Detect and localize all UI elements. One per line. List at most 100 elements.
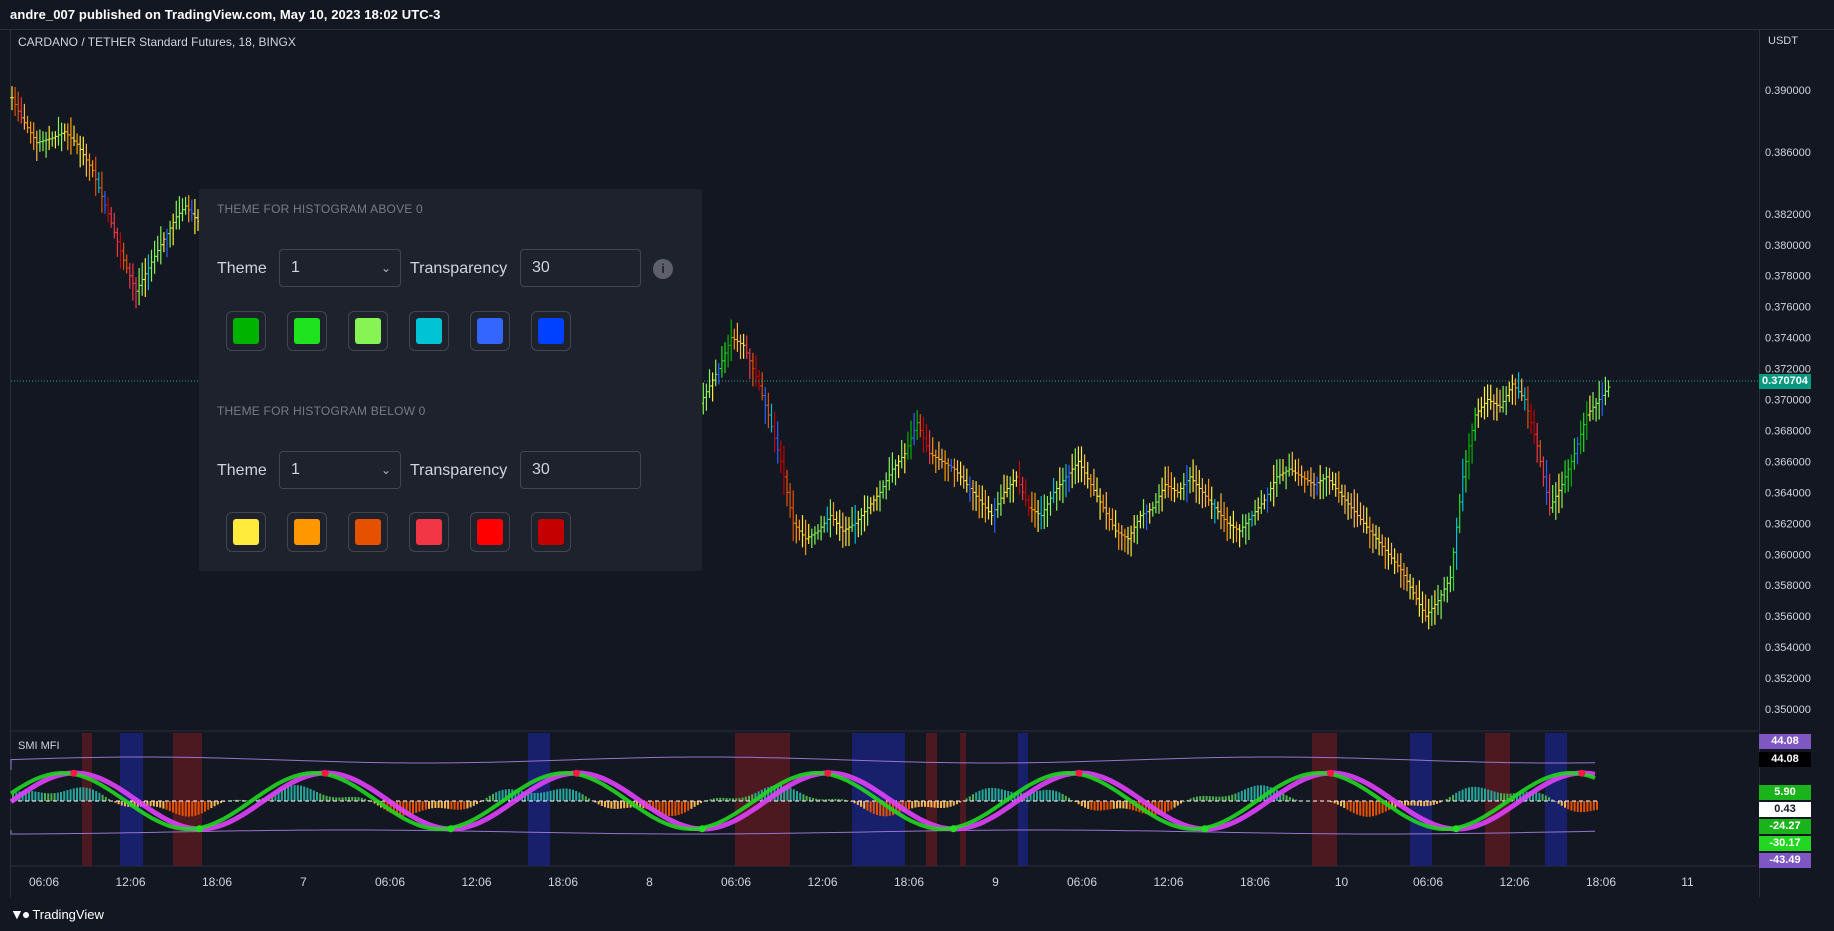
currency-unit[interactable]: USDT: [1768, 35, 1798, 47]
tradingview-brand[interactable]: ▼● TradingView: [10, 906, 104, 922]
histogram-bar: [943, 801, 946, 808]
histogram-bar: [978, 790, 981, 801]
candle: [87, 153, 92, 181]
histogram-bar: [1036, 791, 1038, 801]
candle: [1336, 471, 1341, 503]
histogram-bar: [76, 787, 78, 801]
candle: [1011, 469, 1016, 503]
candle: [772, 412, 777, 453]
histogram-bar: [872, 801, 875, 814]
candle: [868, 497, 873, 515]
above-color-swatch-6[interactable]: [531, 311, 571, 351]
candle: [189, 199, 194, 222]
tradingview-logo-icon: ▼●: [10, 906, 30, 922]
histogram-bar: [549, 790, 552, 801]
time-tick-label: 12:06: [115, 875, 145, 889]
candle: [1423, 594, 1428, 622]
time-axis[interactable]: 06:06 12:06 18:06 7 06:06 12:06 18:06 8 06:06 12:…: [29, 875, 1694, 889]
candle: [1529, 403, 1533, 435]
candle: [1064, 464, 1068, 498]
below-color-swatch-4[interactable]: [409, 512, 449, 552]
candle: [22, 103, 27, 130]
above-color-swatch-5[interactable]: [470, 311, 510, 351]
chart-title: CARDANO / TETHER Standard Futures, 18, B…: [18, 35, 296, 49]
histogram-bar: [1592, 801, 1595, 811]
chevron-down-icon: ⌄: [380, 261, 391, 275]
signal-band: [173, 733, 202, 866]
above-color-swatch-3[interactable]: [348, 311, 388, 351]
above-theme-select[interactable]: 1 ⌄: [279, 249, 401, 287]
below-transparency-input[interactable]: 30: [520, 451, 641, 489]
candle: [68, 117, 73, 155]
candle: [1414, 585, 1419, 606]
candle: [1395, 553, 1400, 573]
above-theme-label: Theme: [217, 260, 267, 277]
candle: [1445, 576, 1450, 603]
candle: [25, 115, 30, 134]
time-tick-label: 12:06: [461, 875, 491, 889]
candle: [1522, 387, 1527, 411]
info-icon[interactable]: i: [653, 259, 673, 279]
histogram-bar: [1413, 801, 1416, 806]
histogram-bar: [940, 801, 942, 808]
histogram-bar: [207, 801, 210, 810]
histogram-bar: [1039, 790, 1042, 801]
above-color-swatch-1[interactable]: [226, 311, 266, 351]
above-color-swatch-2[interactable]: [287, 311, 327, 351]
histogram-bar: [37, 792, 40, 801]
time-tick-label: 8: [646, 875, 653, 889]
below-theme-select[interactable]: 1 ⌄: [279, 451, 401, 489]
histogram-bar: [172, 801, 174, 813]
histogram-bar: [1493, 791, 1496, 801]
candle: [1467, 433, 1471, 480]
candle: [53, 131, 58, 149]
below-color-swatch-5[interactable]: [470, 512, 510, 552]
time-tick-label: 9: [992, 875, 999, 889]
candle: [1002, 474, 1006, 505]
above-color-swatch-4[interactable]: [409, 311, 449, 351]
histogram-bar: [1576, 801, 1579, 812]
histogram-bar: [495, 792, 498, 801]
histogram-bar: [1477, 787, 1480, 801]
candle: [134, 277, 138, 309]
histogram-bar: [1343, 801, 1346, 808]
histogram-bar: [1228, 795, 1230, 801]
candle: [1014, 471, 1019, 487]
histogram-bar: [1496, 792, 1499, 801]
candle: [158, 226, 163, 265]
histogram-bar: [1580, 801, 1582, 813]
histogram-bar: [572, 789, 574, 801]
candle: [1243, 514, 1248, 545]
price-tick-label: 0.362000: [1765, 518, 1811, 530]
below-color-swatch-2[interactable]: [287, 512, 327, 552]
histogram-bar: [1096, 801, 1099, 811]
candle: [81, 136, 86, 166]
candle: [1315, 476, 1320, 496]
histogram-bar: [344, 797, 347, 801]
below-color-swatch-1[interactable]: [226, 512, 266, 552]
price-axis[interactable]: 0.390000 0.386000 0.382000 0.380000 0.378000…: [1765, 85, 1811, 716]
candle: [1525, 386, 1530, 429]
candle: [171, 213, 176, 246]
histogram-bar: [828, 799, 830, 801]
histogram-bar: [1167, 801, 1170, 812]
candle: [850, 506, 855, 532]
histogram-bar: [1474, 786, 1477, 801]
candle: [887, 457, 892, 491]
histogram-bar: [597, 801, 600, 805]
histogram-bar: [152, 801, 155, 807]
candle: [1246, 512, 1251, 540]
time-tick-label: 10: [1335, 875, 1349, 889]
candle: [754, 355, 758, 387]
histogram-bar: [184, 801, 187, 817]
candle: [168, 220, 173, 248]
histogram-bar: [194, 801, 197, 816]
candle: [946, 458, 951, 482]
histogram-bar: [1452, 794, 1454, 801]
histogram-bar: [1196, 796, 1198, 801]
below-color-swatch-3[interactable]: [348, 512, 388, 552]
candle: [1163, 466, 1168, 499]
below-color-swatch-6[interactable]: [531, 512, 571, 552]
candle: [729, 319, 734, 362]
above-transparency-input[interactable]: 30: [520, 249, 641, 287]
